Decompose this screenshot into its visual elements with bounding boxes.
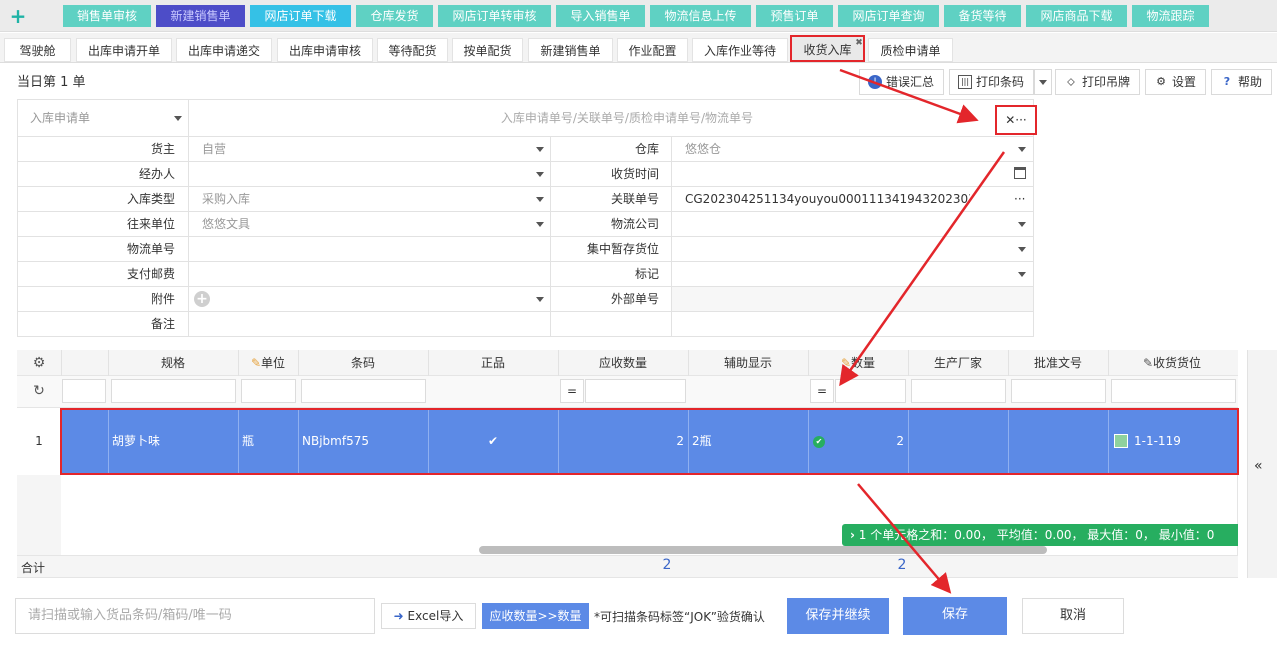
annotation-arrow <box>857 483 952 594</box>
annotation-arrows <box>839 68 1006 594</box>
annotation-arrow <box>839 68 979 124</box>
annotation-arrow <box>839 151 1006 387</box>
